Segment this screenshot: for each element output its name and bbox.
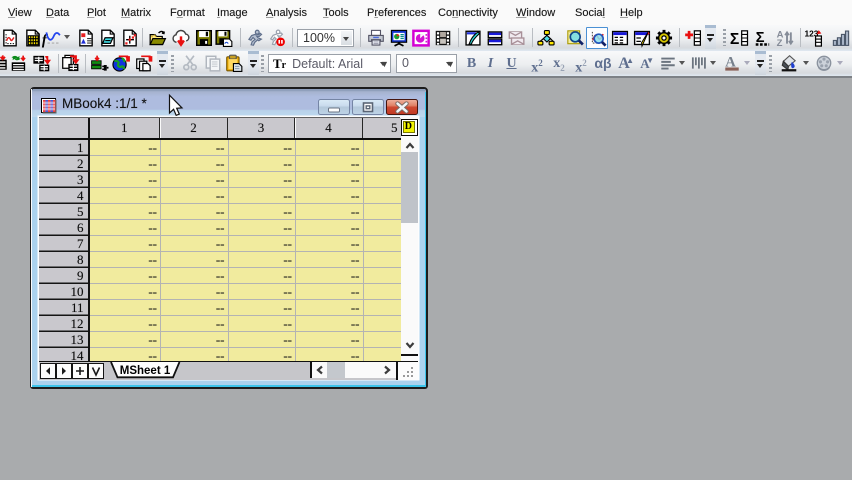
svg-text:Σ: Σ bbox=[730, 31, 739, 48]
svg-text:Z: Z bbox=[777, 38, 783, 49]
svg-text:MSheet 1: MSheet 1 bbox=[120, 365, 171, 377]
